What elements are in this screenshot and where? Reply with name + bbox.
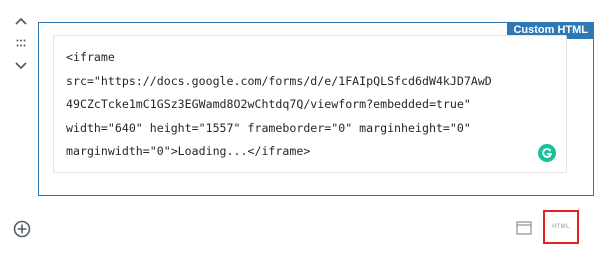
code-line: marginwidth="0">Loading...</iframe> [66, 144, 311, 158]
grammarly-icon [542, 148, 553, 158]
drag-handle[interactable] [10, 36, 32, 50]
drag-handle-icon [16, 39, 26, 47]
grammarly-button[interactable] [538, 144, 556, 162]
preview-icon [516, 221, 532, 235]
move-down-button[interactable] [10, 55, 32, 77]
chevron-up-icon [15, 18, 27, 25]
code-line: 49CZcTcke1mC1GSz3EGWamd8O2wChtdq7Q/viewf… [66, 97, 471, 111]
html-button-label: HTML [552, 224, 570, 230]
code-line: width="640" height="1557" frameborder="0… [66, 120, 471, 135]
move-up-button[interactable] [10, 10, 32, 32]
code-line: <iframe [66, 50, 115, 64]
add-block-button[interactable] [12, 219, 32, 239]
preview-button[interactable] [513, 217, 535, 239]
chevron-down-icon [15, 62, 27, 69]
block-mover [10, 10, 32, 77]
editor-canvas: Custom HTML <iframe src="https://docs.go… [0, 0, 600, 260]
html-button[interactable]: HTML [543, 210, 579, 244]
plus-circle-icon [13, 220, 31, 238]
custom-html-block[interactable]: Custom HTML <iframe src="https://docs.go… [38, 22, 594, 196]
html-code-editor[interactable]: <iframe src="https://docs.google.com/for… [53, 35, 567, 173]
code-line: src="https://docs.google.com/forms/d/e/1… [66, 73, 492, 88]
